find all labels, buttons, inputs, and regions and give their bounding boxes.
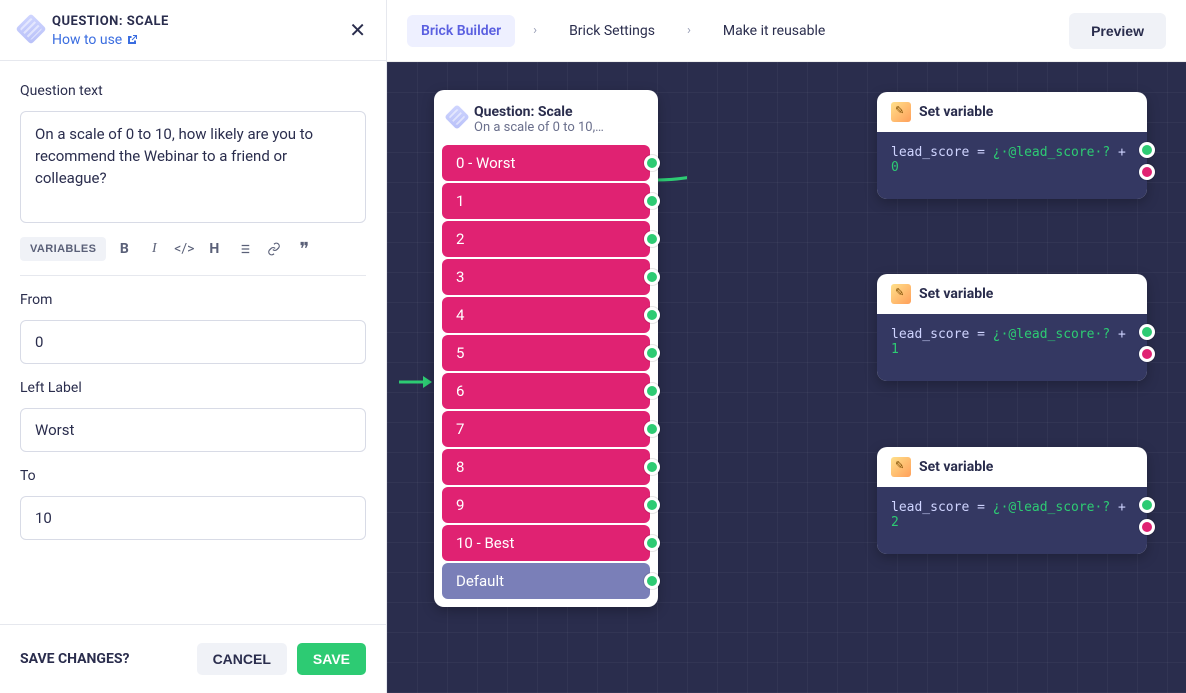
scale-option-row[interactable]: 0 - Worst <box>442 145 650 181</box>
to-input[interactable] <box>20 496 366 540</box>
ruler-icon <box>15 13 46 44</box>
panel-title: QUESTION: SCALE <box>52 14 169 29</box>
heading-icon[interactable]: H <box>202 237 226 261</box>
code-icon[interactable]: </> <box>172 237 196 261</box>
external-link-icon <box>126 34 138 46</box>
output-port[interactable] <box>644 193 660 209</box>
panel-header: QUESTION: SCALE How to use ✕ <box>0 0 386 61</box>
editor-toolbar: VARIABLES B I </> H ❞ <box>20 237 366 276</box>
node-title: Set variable <box>919 286 993 302</box>
scale-option-row[interactable]: 4 <box>442 297 650 333</box>
panel-footer: SAVE CHANGES? CANCEL SAVE <box>0 624 386 693</box>
output-port[interactable] <box>644 307 660 323</box>
input-arrow-icon <box>399 374 433 390</box>
from-input[interactable] <box>20 320 366 364</box>
output-port[interactable] <box>644 345 660 361</box>
scale-option-row[interactable]: 1 <box>442 183 650 219</box>
page-header: Brick Builder › Brick Settings › Make it… <box>387 0 1186 62</box>
left-label-input[interactable] <box>20 408 366 452</box>
ruler-icon <box>444 104 469 129</box>
italic-icon[interactable]: I <box>142 237 166 261</box>
output-port[interactable] <box>644 155 660 171</box>
node-question-scale[interactable]: Question: Scale On a scale of 0 to 10,… … <box>434 90 658 607</box>
preview-button[interactable]: Preview <box>1069 13 1166 49</box>
how-to-use-link[interactable]: How to use <box>52 32 138 48</box>
question-text-input[interactable] <box>20 111 366 223</box>
cancel-button[interactable]: CANCEL <box>197 643 287 675</box>
output-port[interactable] <box>644 383 660 399</box>
node-title: Question: Scale <box>474 104 604 120</box>
output-port[interactable] <box>1139 497 1155 513</box>
scale-option-row[interactable]: 10 - Best <box>442 525 650 561</box>
left-label-label: Left Label <box>20 380 366 396</box>
pencil-note-icon <box>891 284 911 304</box>
list-icon[interactable] <box>232 237 256 261</box>
output-port[interactable] <box>644 231 660 247</box>
link-icon[interactable] <box>262 237 286 261</box>
output-port[interactable] <box>644 535 660 551</box>
quote-icon[interactable]: ❞ <box>292 237 316 261</box>
pencil-note-icon <box>891 457 911 477</box>
output-port[interactable] <box>644 459 660 475</box>
scale-option-row[interactable]: 7 <box>442 411 650 447</box>
crumb-make-reusable[interactable]: Make it reusable <box>709 15 839 47</box>
output-port[interactable] <box>1139 142 1155 158</box>
scale-option-row[interactable]: 6 <box>442 373 650 409</box>
flow-canvas[interactable]: Question: Scale On a scale of 0 to 10,… … <box>387 62 1186 693</box>
close-icon[interactable]: ✕ <box>349 18 366 42</box>
output-port[interactable] <box>644 421 660 437</box>
output-port[interactable] <box>644 269 660 285</box>
node-title: Set variable <box>919 459 993 475</box>
error-port[interactable] <box>1139 164 1155 180</box>
error-port[interactable] <box>1139 346 1155 362</box>
from-label: From <box>20 292 366 308</box>
output-port[interactable] <box>644 497 660 513</box>
breadcrumb-separator: › <box>533 23 537 38</box>
crumb-brick-builder[interactable]: Brick Builder <box>407 15 515 47</box>
variables-button[interactable]: VARIABLES <box>20 237 106 261</box>
expression-body: lead_score = ¿·@lead_score·? + 0 <box>877 132 1147 199</box>
error-port[interactable] <box>1139 519 1155 535</box>
node-title: Set variable <box>919 104 993 120</box>
expression-body: lead_score = ¿·@lead_score·? + 2 <box>877 487 1147 554</box>
settings-panel: QUESTION: SCALE How to use ✕ Question te… <box>0 0 387 693</box>
help-link-text: How to use <box>52 32 122 48</box>
output-port[interactable] <box>644 573 660 589</box>
scale-option-row[interactable]: 2 <box>442 221 650 257</box>
output-port[interactable] <box>1139 324 1155 340</box>
pencil-note-icon <box>891 102 911 122</box>
breadcrumb-separator: › <box>687 23 691 38</box>
node-set-variable[interactable]: Set variable lead_score = ¿·@lead_score·?… <box>877 274 1147 381</box>
scale-option-row[interactable]: 9 <box>442 487 650 523</box>
question-text-label: Question text <box>20 83 366 99</box>
node-subtitle: On a scale of 0 to 10,… <box>474 120 604 135</box>
node-set-variable[interactable]: Set variable lead_score = ¿·@lead_score·?… <box>877 447 1147 554</box>
bold-icon[interactable]: B <box>112 237 136 261</box>
scale-option-row[interactable]: 3 <box>442 259 650 295</box>
expression-body: lead_score = ¿·@lead_score·? + 1 <box>877 314 1147 381</box>
node-set-variable[interactable]: Set variable lead_score = ¿·@lead_score·?… <box>877 92 1147 199</box>
crumb-brick-settings[interactable]: Brick Settings <box>555 15 669 47</box>
to-label: To <box>20 468 366 484</box>
save-button[interactable]: SAVE <box>297 643 366 675</box>
save-changes-label: SAVE CHANGES? <box>20 651 187 667</box>
scale-option-row[interactable]: Default <box>442 563 650 599</box>
scale-option-row[interactable]: 5 <box>442 335 650 371</box>
scale-option-row[interactable]: 8 <box>442 449 650 485</box>
